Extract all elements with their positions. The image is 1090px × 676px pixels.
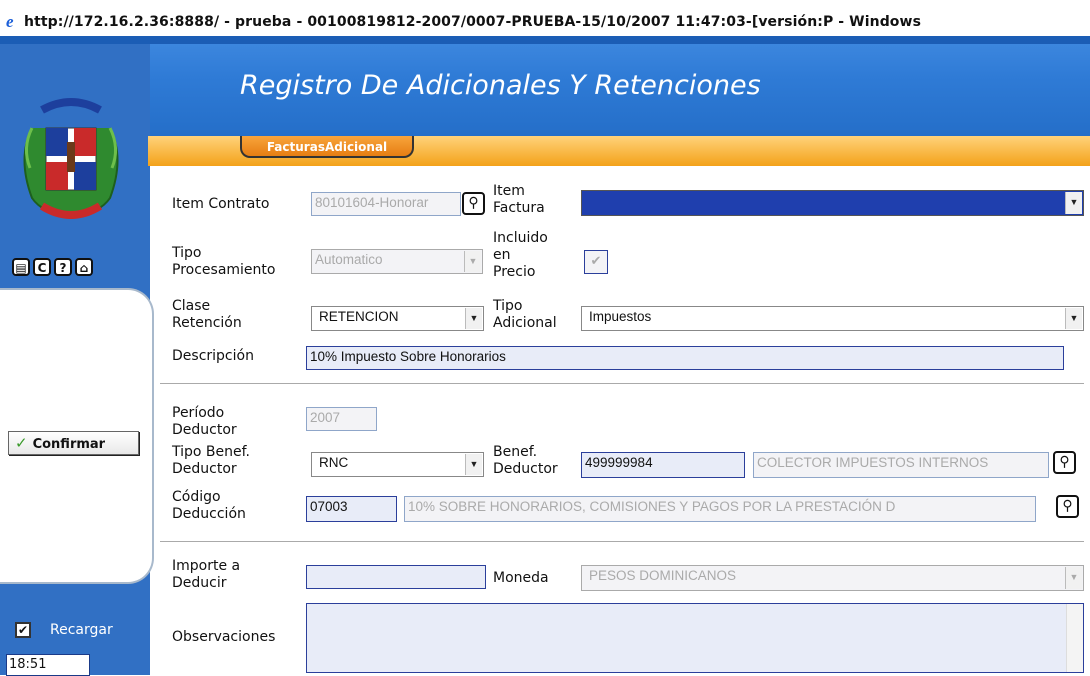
search-icon[interactable]: ⚲ bbox=[1056, 495, 1079, 518]
tipo-procesamiento-label: Tipo Procesamiento bbox=[172, 245, 276, 278]
moneda-select[interactable]: PESOS DOMINICANOS ▼ bbox=[581, 565, 1084, 591]
tipo-adicional-label: Tipo Adicional bbox=[493, 298, 557, 331]
codigo-deduccion-label: Código Deducción bbox=[172, 489, 246, 522]
tipo-benef-deductor-label: Tipo Benef. Deductor bbox=[172, 444, 250, 477]
tipo-adicional-select[interactable]: Impuestos ▼ bbox=[581, 306, 1084, 331]
section-divider bbox=[160, 383, 1084, 384]
item-factura-select[interactable]: ▼ bbox=[581, 190, 1084, 216]
observaciones-label: Observaciones bbox=[172, 629, 276, 645]
periodo-deductor-field[interactable]: 2007 bbox=[306, 407, 377, 431]
toolbar-icons: ▤ C? ⌂ bbox=[12, 258, 132, 280]
checkmark-icon: ✓ bbox=[15, 434, 28, 452]
incluido-precio-checkbox[interactable]: ✔ bbox=[584, 250, 608, 274]
item-contrato-field[interactable]: 80101604-Honorar bbox=[311, 192, 461, 216]
home-icon[interactable]: ⌂ bbox=[75, 258, 93, 276]
codigo-deduccion-field[interactable]: 07003 bbox=[306, 496, 397, 522]
item-contrato-label: Item Contrato bbox=[172, 196, 270, 212]
reload-label: Recargar bbox=[50, 622, 113, 638]
descripcion-field[interactable]: 10% Impuesto Sobre Honorarios bbox=[306, 346, 1064, 370]
tipo-procesamiento-select[interactable]: Automatico ▼ bbox=[311, 249, 483, 274]
moneda-label: Moneda bbox=[493, 570, 549, 586]
clock-field: 18:51 bbox=[6, 654, 90, 676]
importe-deducir-label: Importe a Deducir bbox=[172, 558, 241, 591]
reload-checkbox[interactable]: ✔ bbox=[15, 622, 31, 638]
clase-retencion-select[interactable]: RETENCION ▼ bbox=[311, 306, 484, 331]
search-icon[interactable]: ⚲ bbox=[462, 192, 485, 215]
observaciones-textarea[interactable] bbox=[306, 603, 1084, 673]
item-factura-label: Item Factura bbox=[493, 183, 545, 216]
chevron-down-icon: ▼ bbox=[1065, 567, 1082, 589]
codigo-deduccion-description: 10% SOBRE HONORARIOS, COMISIONES Y PAGOS… bbox=[404, 496, 1036, 522]
page-title: Registro De Adicionales Y Retenciones bbox=[240, 70, 761, 101]
clase-retencion-label: Clase Retención bbox=[172, 298, 242, 331]
confirm-button[interactable]: ✓ Confirmar bbox=[8, 431, 139, 455]
benef-deductor-label: Benef. Deductor bbox=[493, 444, 558, 477]
header-banner-strip bbox=[0, 36, 1090, 44]
importe-deducir-field[interactable] bbox=[306, 565, 486, 589]
periodo-deductor-label: Período Deductor bbox=[172, 405, 237, 438]
benef-deductor-name-field: COLECTOR IMPUESTOS INTERNOS bbox=[753, 452, 1049, 478]
observaciones-scrollbar[interactable] bbox=[1066, 604, 1083, 672]
refresh-icon[interactable]: C bbox=[33, 258, 51, 276]
coat-of-arms-logo bbox=[23, 98, 119, 220]
chevron-down-icon: ▼ bbox=[464, 251, 481, 272]
confirm-label: Confirmar bbox=[32, 437, 106, 452]
descripcion-label: Descripción bbox=[172, 348, 254, 364]
search-icon[interactable]: ⚲ bbox=[1053, 451, 1076, 474]
benef-deductor-field[interactable]: 499999984 bbox=[581, 452, 745, 478]
section-divider bbox=[160, 541, 1084, 542]
ie-browser-icon: e bbox=[6, 12, 14, 31]
chevron-down-icon: ▼ bbox=[465, 308, 482, 329]
window-title: http://172.16.2.36:8888/ - prueba - 0010… bbox=[24, 14, 921, 30]
incluido-precio-label: Incluido en Precio bbox=[493, 230, 548, 280]
chevron-down-icon: ▼ bbox=[465, 454, 482, 475]
document-icon[interactable]: ▤ bbox=[12, 258, 30, 276]
help-icon[interactable]: ? bbox=[54, 258, 72, 276]
tipo-benef-deductor-select[interactable]: RNC ▼ bbox=[311, 452, 484, 477]
chevron-down-icon: ▼ bbox=[1065, 308, 1082, 329]
tab-facturas-adicional[interactable]: FacturasAdicional bbox=[240, 136, 414, 158]
chevron-down-icon: ▼ bbox=[1065, 192, 1082, 214]
